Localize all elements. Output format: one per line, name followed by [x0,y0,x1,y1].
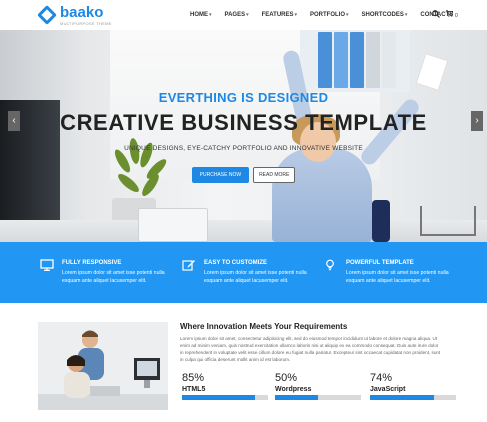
feature-title: FULLY RESPONSIVE [62,260,122,266]
nav-item-pages[interactable]: PAGES▾ [225,12,249,18]
feature-text: Lorem ipsum dolor sit amet isse potenti … [204,270,307,284]
hero-buttons: PURCHASE NOW READ MORE [0,167,487,183]
logo-tagline: MULTIPURPOSE THEME [60,21,112,26]
skill-percent: 50% [275,372,298,384]
chevron-down-icon: ▾ [246,12,249,18]
skill-progress-fill [370,395,434,400]
nav-label: SHORTCODES [361,12,404,18]
cart-icon[interactable]: 0 [446,10,458,20]
chevron-down-icon: ▾ [346,12,349,18]
team-photo [38,322,168,410]
skill-progress-fill [182,395,256,400]
skill-progress-fill [275,395,318,400]
skill-html5: 85% HTML5 [182,372,268,400]
feature-title: POWERFUL TEMPLATE [346,260,414,266]
logo-mark-icon [37,5,57,25]
slider-next-arrow-icon[interactable]: › [471,111,483,131]
nav-label: PAGES [224,12,246,18]
hero-trays-image [420,206,476,236]
site-header: baako MULTIPURPOSE THEME HOME▾ PAGES▾ FE… [0,0,487,30]
feature-title: EASY TO CUSTOMIZE [204,260,268,266]
hero-chair-image [372,200,390,242]
header-icons: 0 [432,10,458,20]
hero-paper-image [415,53,449,91]
nav-item-portfolio[interactable]: PORTFOLIO▾ [310,12,349,18]
skill-percent: 74% [370,372,393,384]
hero-person-image [272,148,372,242]
logo-name: baako [60,4,104,21]
skill-progress-bar [182,395,268,400]
nav-item-features[interactable]: FEATURES▾ [262,12,297,18]
hero-laptop-image [138,208,208,242]
section-title: Where Innovation Meets Your Requirements [180,322,348,331]
main-nav: HOME▾ PAGES▾ FEATURES▾ PORTFOLIO▾ SHORTC… [190,12,466,18]
hero-kicker: EVERTHING IS DESIGNED [158,90,329,105]
monitor-icon [40,258,54,271]
cart-count: 0 [454,13,458,19]
skill-percent: 85% [182,372,205,384]
read-more-button[interactable]: READ MORE [253,167,296,183]
search-icon[interactable] [432,10,440,20]
skill-wordpress: 50% Wordpress [275,372,361,400]
hero-desk-image [0,220,487,242]
hero-title: CREATIVE BUSINESS TEMPLATE [60,110,427,135]
chevron-down-icon: ▾ [404,12,408,18]
skill-javascript: 74% JavaScript [370,372,456,400]
skill-name: JavaScript [370,386,406,393]
hero-subtitle: UNIQUE DESIGNS, EYE-CATCHY PORTFOLIO AND… [124,145,363,152]
hero-shelf-image [300,30,410,92]
nav-item-home[interactable]: HOME▾ [190,12,212,18]
features-strip: FULLY RESPONSIVE Lorem ipsum dolor sit a… [0,242,487,303]
purchase-now-button[interactable]: PURCHASE NOW [191,167,250,183]
chevron-down-icon: ▾ [294,12,297,18]
skill-name: HTML5 [182,386,206,393]
logo[interactable]: baako MULTIPURPOSE THEME [37,4,112,26]
skill-progress-bar [370,395,456,400]
nav-label: PORTFOLIO [310,12,345,18]
edit-icon [182,258,196,271]
nav-item-shortcodes[interactable]: SHORTCODES▾ [362,12,408,18]
skill-progress-bar [275,395,361,400]
nav-label: FEATURES [261,12,294,18]
lightbulb-icon [324,258,338,271]
skill-name: Wordpress [275,386,312,393]
hero-slider: EVERTHING IS DESIGNED CREATIVE BUSINESS … [0,30,487,242]
section-text: Lorem ipsum dolor sit amet, consectetur … [180,336,441,362]
slider-prev-arrow-icon[interactable]: ‹ [8,111,20,131]
feature-text: Lorem ipsum dolor sit amet isse potenti … [346,270,449,284]
nav-label: HOME [190,12,208,18]
feature-text: Lorem ipsum dolor sit amet isse potenti … [62,270,165,284]
chevron-down-icon: ▾ [209,12,212,18]
